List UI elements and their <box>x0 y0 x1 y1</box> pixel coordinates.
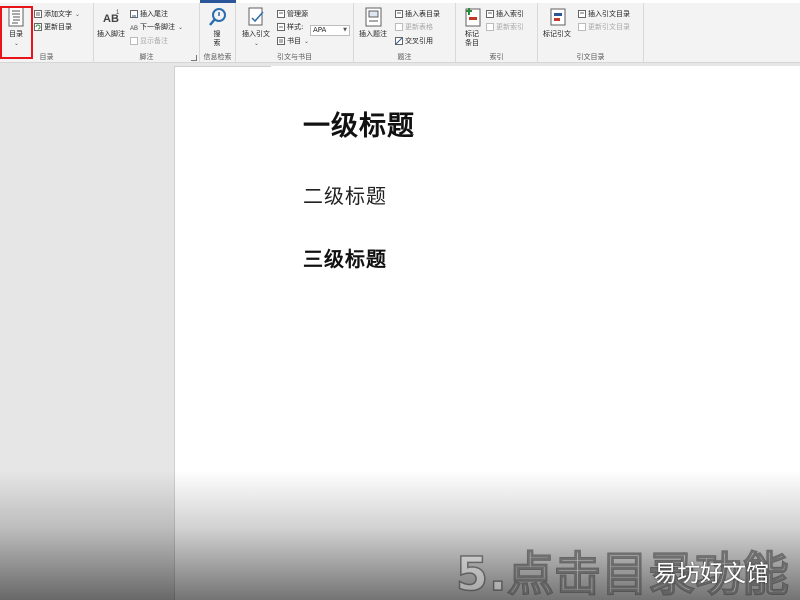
insert-table-of-figures-label: 插入表目录 <box>405 10 440 18</box>
group-index: 标记 条目 插入索引 更新索引 索引 <box>456 3 538 63</box>
insert-index-button[interactable]: 插入索引 <box>486 9 524 19</box>
add-text-label: 添加文字 <box>44 10 72 18</box>
manage-sources-label: 管理源 <box>287 10 308 18</box>
heading-level-3[interactable]: 三级标题 <box>303 243 387 272</box>
group-label-captions: 题注 <box>397 53 412 61</box>
insert-footnote-button[interactable]: AB 1 插入脚注 <box>97 6 125 39</box>
cross-reference-button[interactable]: 交叉引用 <box>395 36 433 46</box>
bibliography-label: 书目 <box>287 37 301 45</box>
insert-footnote-label: 插入脚注 <box>97 30 125 38</box>
table-of-figures-icon <box>395 10 403 18</box>
insert-citation-icon <box>246 6 266 28</box>
insert-caption-icon <box>363 6 383 28</box>
update-toc-button[interactable]: 更新目录 <box>34 22 72 32</box>
group-label-index: 索引 <box>489 53 504 61</box>
chevron-down-icon: ⌄ <box>178 23 184 31</box>
highlight-box <box>0 6 33 59</box>
cross-reference-label: 交叉引用 <box>405 37 433 45</box>
svg-text:1: 1 <box>116 10 120 16</box>
next-footnote-icon: AB <box>130 23 138 32</box>
insert-citation-label: 插入引文 <box>242 30 270 38</box>
style-icon <box>277 23 285 31</box>
insert-caption-label: 插入题注 <box>359 30 387 38</box>
bibliography-icon <box>277 37 285 45</box>
group-research: 搜 索 信息检索 <box>200 3 236 63</box>
update-toa-button[interactable]: 更新引文目录 <box>578 22 630 32</box>
heading-level-2[interactable]: 二级标题 <box>303 180 387 209</box>
search-icon <box>207 6 227 28</box>
update-toc-label: 更新目录 <box>44 23 72 31</box>
group-captions: 插入题注 插入表目录 更新表格 交叉引用 题注 <box>354 3 456 63</box>
update-index-icon <box>486 23 494 31</box>
insert-table-of-figures-button[interactable]: 插入表目录 <box>395 9 440 19</box>
watermark: 易坊好文馆 <box>654 561 769 587</box>
show-notes-icon <box>130 37 138 45</box>
insert-citation-button[interactable]: 插入引文 ⌄ <box>242 6 270 48</box>
mark-entry-button[interactable]: 标记 条目 <box>462 6 482 48</box>
mark-citation-button[interactable]: 标记引文 <box>543 6 571 39</box>
update-index-label: 更新索引 <box>496 23 524 31</box>
search-label-line1: 搜 <box>213 30 221 38</box>
cross-reference-icon <box>395 37 403 45</box>
mark-entry-icon <box>462 6 482 28</box>
chevron-down-icon: ⌄ <box>253 40 260 47</box>
mark-citation-icon <box>547 6 567 28</box>
left-margin-area <box>0 64 173 600</box>
insert-endnote-button[interactable]: 插入尾注 <box>130 9 168 19</box>
update-index-button[interactable]: 更新索引 <box>486 22 524 32</box>
update-toa-icon <box>578 23 586 31</box>
next-footnote-button[interactable]: AB 下一条脚注 ⌄ <box>130 22 183 32</box>
group-label-citations: 引文与书目 <box>277 53 312 61</box>
chevron-down-icon: ⌄ <box>304 37 310 45</box>
style-label: 样式: <box>287 23 304 31</box>
update-table-button[interactable]: 更新表格 <box>395 22 433 32</box>
group-label-table-of-authorities: 引文目录 <box>576 53 605 61</box>
insert-index-label: 插入索引 <box>496 10 524 18</box>
update-toc-icon <box>34 23 42 31</box>
style-label-row: 样式: <box>277 22 303 32</box>
insert-caption-button[interactable]: 插入题注 <box>359 6 387 39</box>
add-text-button[interactable]: 添加文字 ⌄ <box>34 9 80 19</box>
search-label-line2: 索 <box>213 39 221 47</box>
group-table-of-authorities: 标记引文 插入引文目录 更新引文目录 引文目录 <box>538 3 644 63</box>
mark-entry-label-line1: 标记 <box>465 30 479 38</box>
group-footnotes: AB 1 插入脚注 插入尾注 AB 下一条脚注 ⌄ 显示备注 脚注 <box>94 3 200 63</box>
update-table-label: 更新表格 <box>405 23 433 31</box>
endnote-icon <box>130 10 138 18</box>
add-text-icon <box>34 10 42 18</box>
footnote-icon: AB 1 <box>101 6 121 28</box>
insert-toa-icon <box>578 10 586 18</box>
mark-entry-label-line2: 条目 <box>465 39 479 47</box>
svg-text:AB: AB <box>130 26 138 31</box>
search-button[interactable]: 搜 索 <box>207 6 227 48</box>
manage-sources-button[interactable]: 管理源 <box>277 9 308 19</box>
show-notes-label: 显示备注 <box>140 37 168 45</box>
manage-sources-icon <box>277 10 285 18</box>
style-select-value: APA <box>313 26 327 34</box>
next-footnote-label: 下一条脚注 <box>140 23 175 31</box>
mark-citation-label: 标记引文 <box>543 30 571 38</box>
insert-toa-label: 插入引文目录 <box>588 10 630 18</box>
dialog-launcher-icon[interactable] <box>191 55 197 61</box>
group-label-research: 信息检索 <box>203 53 232 61</box>
heading-level-1[interactable]: 一级标题 <box>303 104 415 143</box>
bibliography-button[interactable]: 书目 ⌄ <box>277 36 309 46</box>
ribbon: 目录 ⌄ 添加文字 ⌄ 更新目录 目录 AB 1 插入脚注 插入尾注 AB 下一… <box>0 3 800 63</box>
update-toa-label: 更新引文目录 <box>588 23 630 31</box>
insert-toa-button[interactable]: 插入引文目录 <box>578 9 630 19</box>
insert-index-icon <box>486 10 494 18</box>
insert-endnote-label: 插入尾注 <box>140 10 168 18</box>
chevron-down-icon: ▼ <box>343 27 347 33</box>
style-select[interactable]: APA ▼ <box>310 25 350 36</box>
group-label-footnotes: 脚注 <box>139 53 154 61</box>
update-table-icon <box>395 23 403 31</box>
page-top-edge <box>175 66 271 67</box>
chevron-down-icon: ⌄ <box>75 10 81 18</box>
show-notes-button[interactable]: 显示备注 <box>130 36 168 46</box>
document-page[interactable] <box>174 66 800 600</box>
